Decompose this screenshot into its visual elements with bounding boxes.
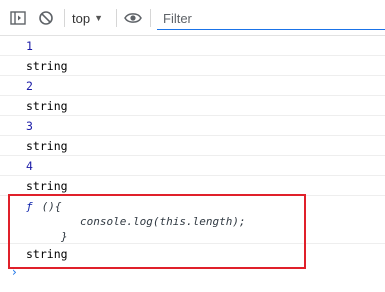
console-line: 2 bbox=[0, 76, 385, 96]
filter-input[interactable] bbox=[157, 8, 385, 29]
chevron-down-icon: ▼ bbox=[94, 12, 103, 23]
clear-console-icon[interactable] bbox=[37, 9, 55, 27]
sidebar-toggle-icon[interactable] bbox=[9, 9, 27, 27]
console-line: string bbox=[0, 96, 385, 116]
console-line: 1 bbox=[0, 36, 385, 56]
console-line: 4 bbox=[0, 156, 385, 176]
console-line: string bbox=[0, 136, 385, 156]
toolbar-divider bbox=[64, 9, 65, 27]
context-selector[interactable]: top ▼ bbox=[72, 9, 103, 27]
toolbar-divider bbox=[116, 9, 117, 27]
eye-icon[interactable] bbox=[124, 9, 142, 27]
console-toolbar: top ▼ bbox=[0, 0, 385, 36]
console-line: string bbox=[0, 176, 385, 196]
context-label: top bbox=[72, 10, 91, 26]
highlight-annotation bbox=[8, 194, 306, 269]
filter-box bbox=[157, 8, 385, 30]
console-line: 3 bbox=[0, 116, 385, 136]
toolbar-divider bbox=[150, 9, 151, 27]
console-line: string bbox=[0, 56, 385, 76]
